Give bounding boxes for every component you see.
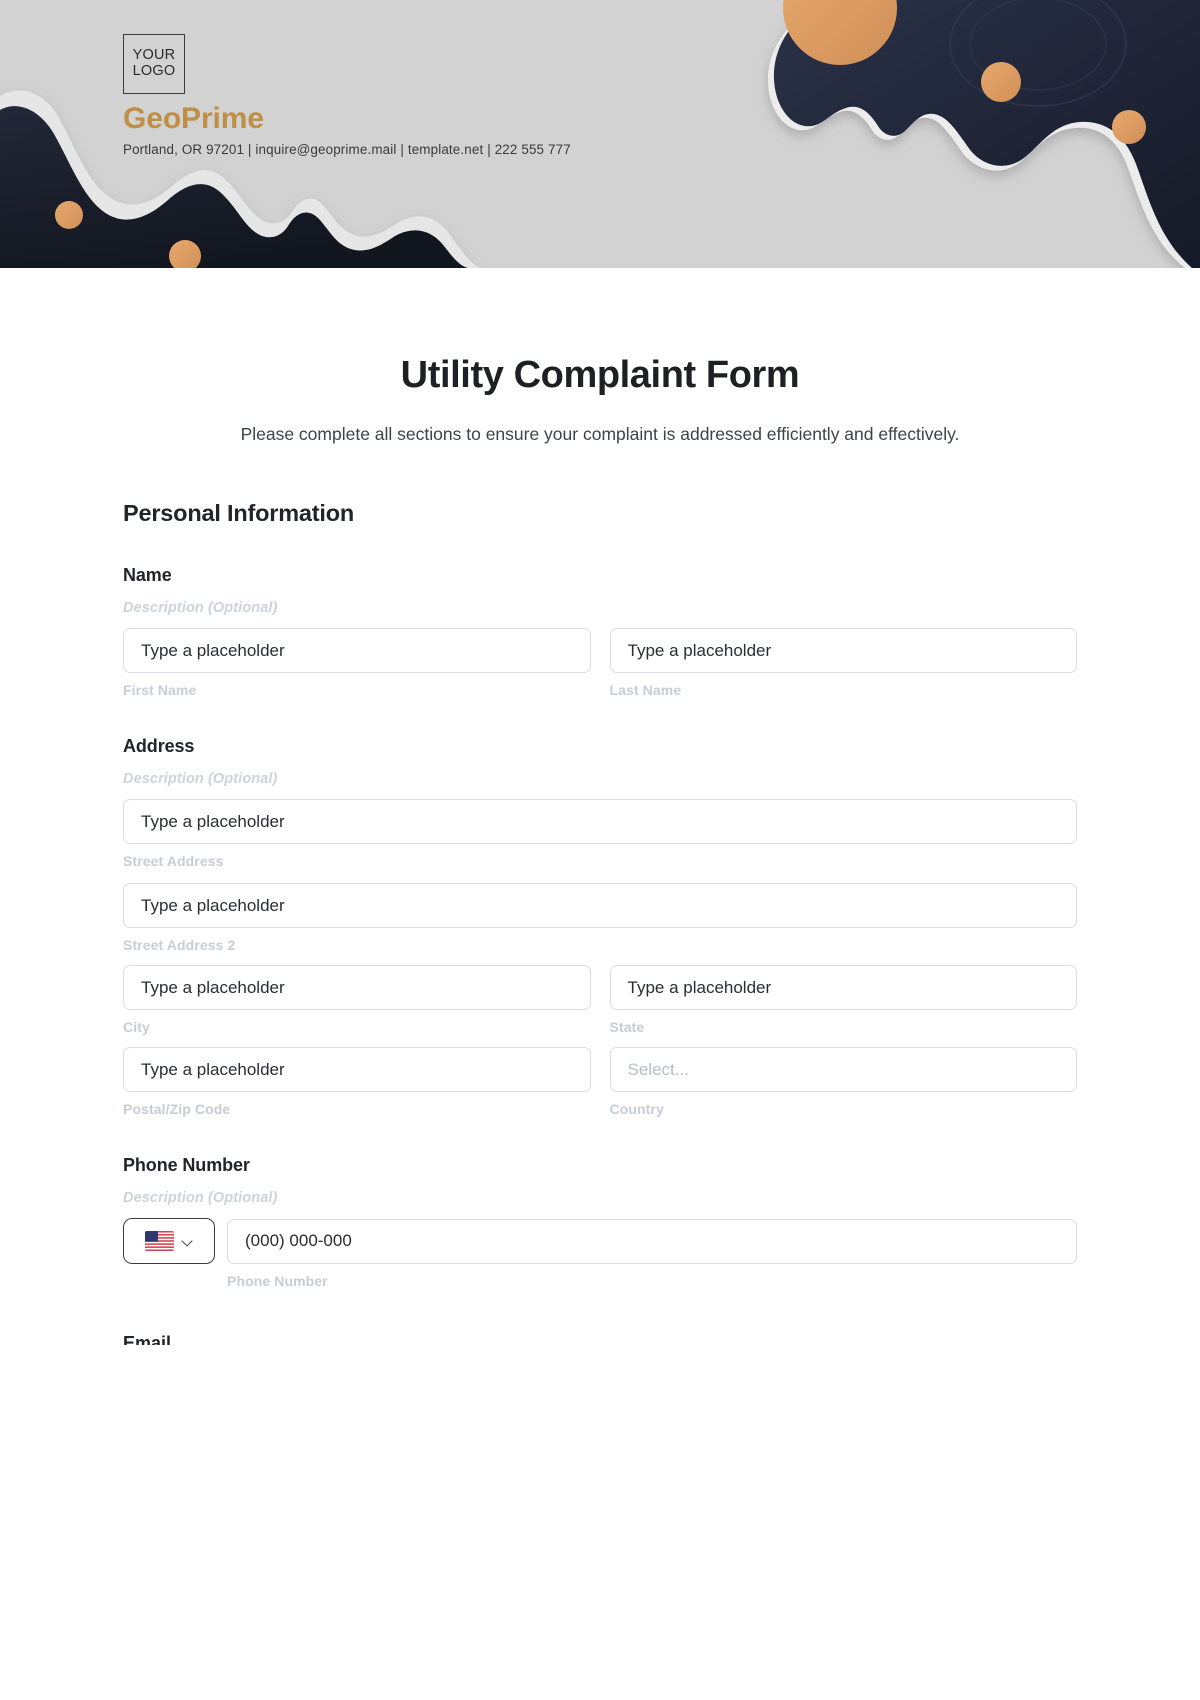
decorative-circle-small [1112,110,1146,144]
logo-placeholder-icon: YOUR LOGO [123,34,185,94]
field-group-address: Address Description (Optional) Street Ad… [123,736,1077,1117]
header-banner: YOUR LOGO GeoPrime Portland, OR 97201 | … [0,0,1200,268]
street-address-2-row: Street Address 2 [123,883,1077,953]
city-input[interactable] [123,965,591,1011]
postal-country-row: Postal/Zip Code Country [123,1047,1077,1117]
field-description-phone-number: Description (Optional) [123,1190,278,1207]
name-input-row: First Name Last Name [123,628,1077,698]
page-subtitle: Please complete all sections to ensure y… [240,423,960,444]
field-description-address: Description (Optional) [123,771,278,788]
first-name-column: First Name [123,628,591,698]
state-column: State [609,965,1077,1036]
form-page: Utility Complaint Form Please complete a… [0,354,1200,1345]
section-heading-personal-information: Personal Information [123,500,355,527]
last-name-column: Last Name [609,628,1077,699]
decorative-circle-small [55,201,83,229]
country-code-selector[interactable] [123,1218,215,1265]
phone-number-input-wrap [227,1218,1077,1264]
logo-line-1: YOUR [132,47,176,64]
city-state-row: City State [123,965,1077,1035]
postal-zip-code-sublabel: Postal/Zip Code [123,1101,231,1118]
first-name-input[interactable] [123,628,591,674]
state-input[interactable] [609,965,1077,1011]
brand-name: GeoPrime [123,102,264,135]
last-name-input[interactable] [609,628,1077,674]
state-sublabel: State [609,1019,645,1036]
us-flag-icon [145,1231,174,1252]
phone-number-sublabel: Phone Number [227,1273,328,1290]
postal-code-column: Postal/Zip Code [123,1047,591,1117]
brand-block: YOUR LOGO GeoPrime Portland, OR 97201 | … [123,34,571,157]
field-label-email: Email [123,1333,172,1346]
field-label-address: Address [123,736,195,757]
last-name-sublabel: Last Name [609,682,682,699]
street-address-row: Street Address [123,799,1077,869]
field-group-name: Name Description (Optional) First Name L… [123,565,1077,698]
page-title: Utility Complaint Form [400,354,800,396]
phone-input-row [123,1218,1077,1265]
field-label-phone-number: Phone Number [123,1155,250,1176]
phone-number-input[interactable] [227,1218,1077,1264]
country-sublabel: Country [609,1101,664,1118]
field-group-phone-number: Phone Number Description (Optional) (000… [123,1155,1077,1289]
city-column: City [123,965,591,1035]
field-label-name: Name [123,565,172,586]
city-sublabel: City [123,1019,150,1036]
street-address-input[interactable] [123,799,1077,845]
street-address-2-input[interactable] [123,883,1077,929]
chevron-down-icon [183,1236,193,1246]
brand-contact-line: Portland, OR 97201 | inquire@geoprime.ma… [123,141,571,157]
street-address-sublabel: Street Address [123,853,224,870]
logo-line-2: LOGO [132,63,176,79]
country-column: Country [609,1047,1077,1118]
postal-zip-code-input[interactable] [123,1047,591,1093]
country-select[interactable] [609,1047,1077,1093]
first-name-sublabel: First Name [123,682,197,699]
decorative-circle-small [981,62,1021,102]
street-address-2-sublabel: Street Address 2 [123,937,236,954]
field-description-name: Description (Optional) [123,600,278,617]
